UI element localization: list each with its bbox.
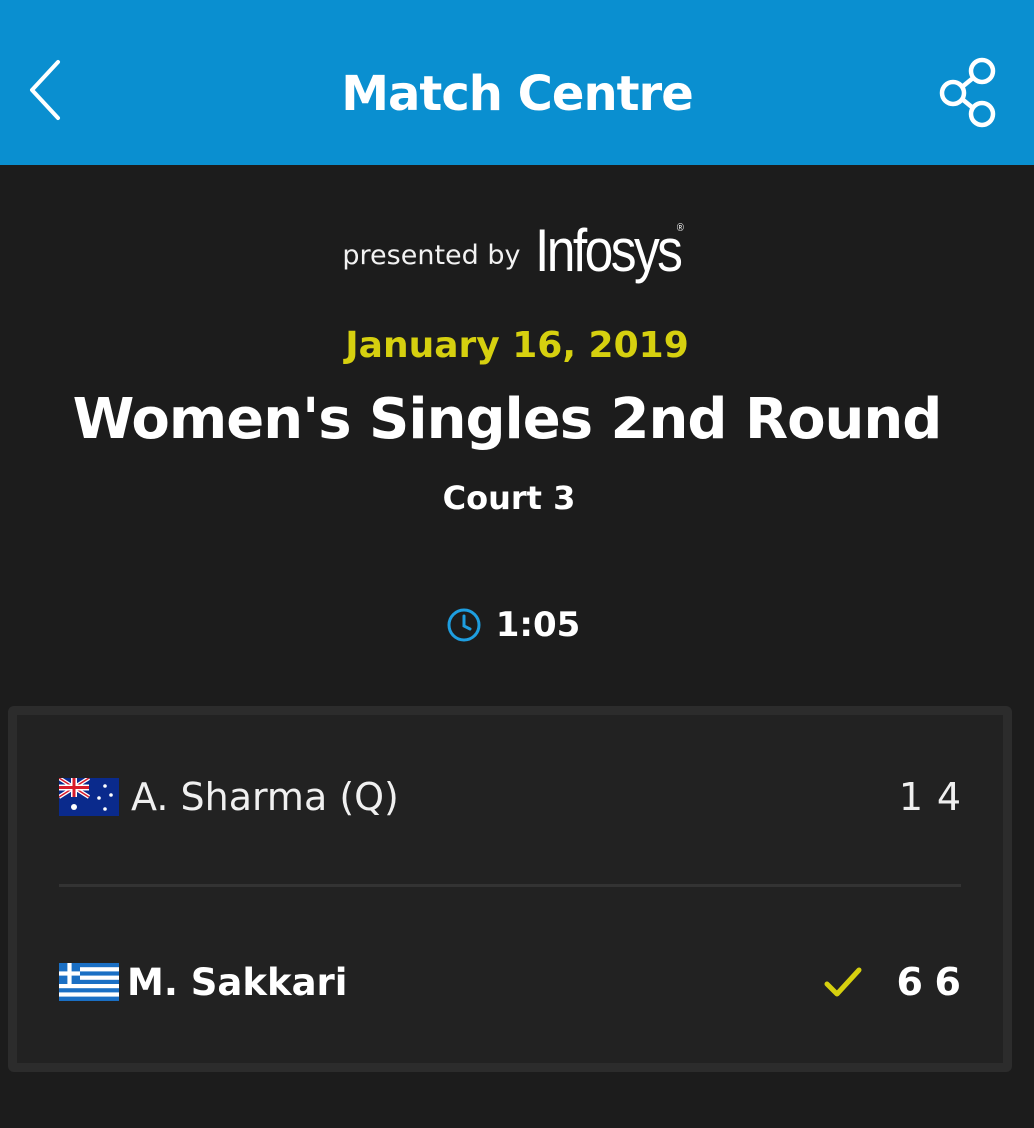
set-score: 6 (896, 960, 923, 1004)
match-date: January 16, 2019 (345, 325, 689, 366)
match-round: Women's Singles 2nd Round (72, 387, 943, 452)
sponsor-prefix: presented by (342, 240, 521, 271)
player-row: M. Sakkari 6 6 (59, 952, 961, 1012)
row-divider (59, 884, 961, 887)
player-name[interactable]: M. Sakkari (127, 961, 823, 1004)
match-content: presented by Infosys ® January 16, 2019 W… (0, 165, 1034, 1128)
sponsor-banner: presented by Infosys ® (0, 211, 1034, 281)
checkmark-icon (824, 967, 862, 997)
player-row: A. Sharma (Q) 1 4 (59, 767, 961, 827)
australia-flag (59, 778, 119, 816)
set-score: 4 (936, 775, 961, 819)
greece-flag (59, 963, 119, 1001)
page-title: Match Centre (341, 66, 694, 122)
match-duration: 1:05 (0, 605, 1034, 645)
set-score: 6 (934, 960, 961, 1004)
app-header: Match Centre (0, 0, 1034, 165)
scoreboard: A. Sharma (Q) 1 4 M. Sakkari 6 6 (8, 706, 1012, 1072)
share-icon (939, 57, 996, 128)
infosys-logo: Infosys ® (535, 221, 684, 281)
set-scores: 1 4 (885, 775, 961, 819)
duration-value: 1:05 (495, 605, 581, 645)
sponsor-brand: Infosys (534, 217, 683, 284)
set-scores: 6 6 (885, 960, 961, 1004)
clock-icon (447, 608, 481, 642)
registered-mark: ® (676, 222, 684, 234)
player-name[interactable]: A. Sharma (Q) (131, 775, 885, 819)
set-score: 1 (898, 775, 923, 819)
match-court: Court 3 (442, 479, 576, 517)
share-button[interactable] (934, 54, 1004, 130)
